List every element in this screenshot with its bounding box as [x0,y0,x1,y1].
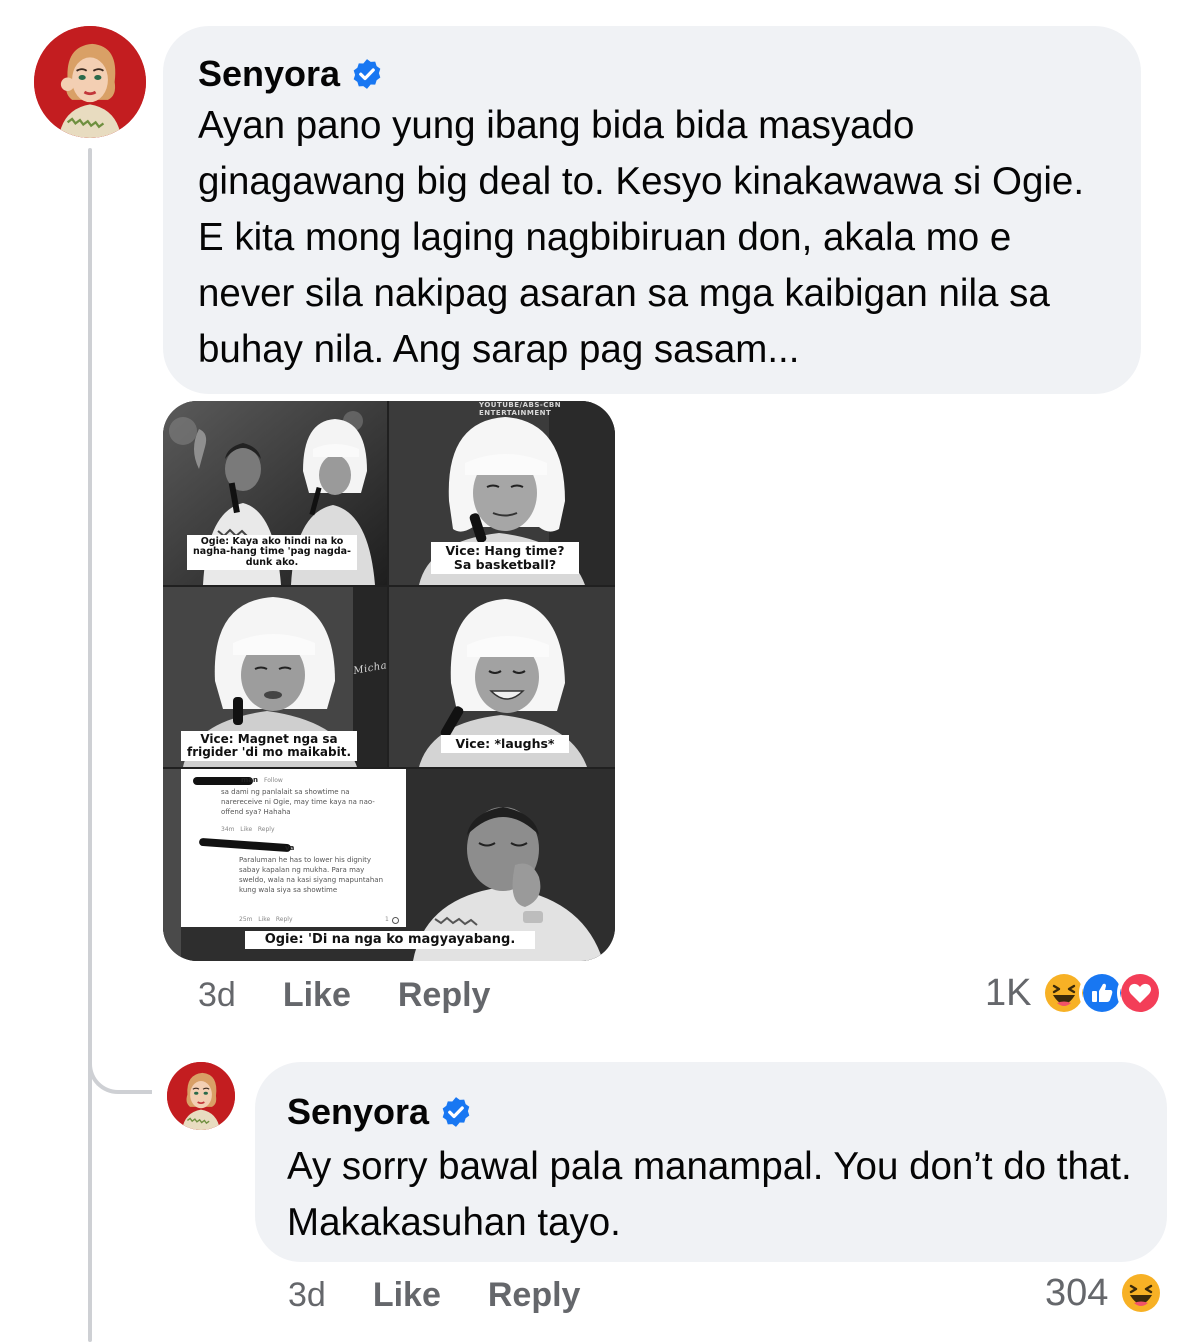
thread-connector [88,1040,152,1094]
avatar[interactable] [167,1062,235,1130]
love-icon [1117,970,1164,1016]
comment-image-attachment[interactable]: Ogie: Kaya ako hindi na ko nagha-hang ti… [163,401,615,961]
avatar[interactable] [34,26,146,138]
reaction-summary[interactable]: 1K [985,970,1164,1016]
meme-caption: Vice: *laughs* [441,735,569,753]
embedded-comment-text: Paraluman he has to lower his dignity sa… [239,856,384,894]
embedded-comment-meta: 34m Like Reply [221,826,275,833]
meme-panel-vice-laughing: Vice: *laughs* [389,587,615,767]
verified-badge-icon [353,59,381,89]
reaction-count: 1K [985,971,1032,1014]
embedded-commenter-name: va [285,844,295,852]
reply-button[interactable]: Reply [398,976,491,1015]
meme-caption: Vice: Hang time? Sa basketball? [431,542,579,574]
author-name[interactable]: Senyora [287,1090,429,1134]
reaction-summary[interactable]: 304 [1045,1270,1165,1316]
reply-timestamp[interactable]: 3d [288,1276,326,1315]
like-button[interactable]: Like [283,976,351,1015]
avatar-illustration [167,1062,235,1130]
embedded-comment-meta: 25m Like Reply [239,916,293,923]
embedded-comment-text: sa dami ng panlalait sa showtime na nare… [221,788,375,816]
meme-caption: Ogie: Kaya ako hindi na ko nagha-hang ti… [187,535,357,571]
reply-bubble: Senyora Ay sorry bawal pala manampal. Yo… [255,1062,1167,1262]
comment-text: Ayan pano yung ibang bida bida masyado g… [198,104,1085,371]
watermark-text: YOUTUBE/ABS-CBN ENTERTAINMENT [479,401,562,417]
comment-bubble: Senyora Ayan pano yung ibang bida bida m… [163,26,1141,394]
avatar-illustration [34,26,146,138]
reply-button[interactable]: Reply [488,1276,581,1315]
like-button[interactable]: Like [373,1276,441,1315]
embedded-commenter-name: man [241,776,259,784]
reaction-count: 304 [1045,1271,1109,1314]
meme-panel-ogie-vice: Ogie: Kaya ako hindi na ko nagha-hang ti… [163,401,387,585]
haha-icon [1118,1270,1165,1316]
reply-actions: 3d Like Reply [288,1276,580,1315]
embedded-comment-screenshot: man Follow sa dami ng panlalait sa showt… [181,769,406,927]
comment-actions: 3d Like Reply [198,976,490,1015]
reaction-icon [392,917,399,924]
redaction-bar [198,837,292,853]
author-name[interactable]: Senyora [198,52,340,96]
meme-panel-comments-ogie: man Follow sa dami ng panlalait sa showt… [163,769,615,961]
meme-caption: Vice: Magnet nga sa frigider 'di mo maik… [181,731,357,762]
verified-badge-icon [442,1097,470,1127]
embedded-reaction-count: 1 [385,916,389,923]
meme-caption: Ogie: 'Di na nga ko magyayabang. [245,931,535,950]
thread-line [88,148,92,1342]
embedded-follow-label: Follow [264,777,283,784]
meme-panel-vice-talking: Michaelangelo Vice: Magnet nga sa frigid… [163,587,387,767]
meme-panel-vice-closeup: YOUTUBE/ABS-CBN ENTERTAINMENT Vice: Hang… [389,401,615,585]
comment-timestamp[interactable]: 3d [198,976,236,1015]
reply-text: Ay sorry bawal pala manampal. You don’t … [287,1145,1132,1244]
